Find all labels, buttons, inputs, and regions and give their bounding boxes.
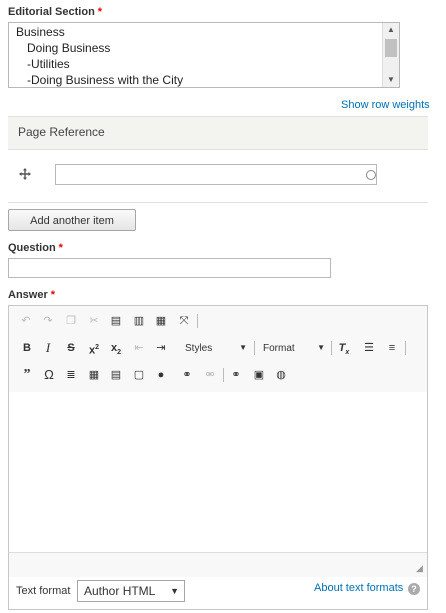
select-option[interactable]: -Doing Business with the City: [27, 73, 183, 87]
styles-dropdown-label: Styles: [185, 343, 213, 354]
remove-format-icon[interactable]: Tx: [335, 339, 353, 357]
toolbar-separator: [331, 341, 332, 355]
styles-dropdown[interactable]: Styles ▼: [185, 343, 247, 355]
page-reference-header: Page Reference: [8, 116, 428, 150]
toolbar-separator: [254, 341, 255, 355]
show-row-weights-link[interactable]: Show row weights: [341, 99, 430, 111]
scroll-thumb[interactable]: [385, 39, 397, 57]
horizontal-line-icon[interactable]: ≣: [62, 366, 80, 384]
editorial-section-select[interactable]: Business Doing Business -Utilities -Doin…: [8, 22, 400, 88]
format-dropdown[interactable]: Format ▼: [263, 343, 325, 355]
required-marker: *: [97, 6, 103, 18]
question-label: Question *: [8, 242, 63, 254]
anchor-link-icon[interactable]: ⚭: [227, 366, 245, 384]
help-icon[interactable]: ?: [408, 583, 420, 595]
answer-label-text: Answer: [8, 289, 48, 301]
image-icon[interactable]: ▣: [250, 366, 268, 384]
select-option[interactable]: Doing Business: [27, 41, 110, 55]
required-marker: *: [50, 289, 56, 301]
globe-icon[interactable]: ◍: [272, 366, 290, 384]
italic-icon[interactable]: I: [39, 339, 57, 357]
editorial-section-label-text: Editorial Section: [8, 6, 95, 18]
chevron-down-icon: ▼: [170, 586, 179, 596]
editor-content-area[interactable]: [9, 392, 427, 552]
text-format-select[interactable]: Author HTML ▼: [77, 580, 185, 602]
toolbar-separator: [405, 341, 406, 355]
scroll-up-arrow-icon[interactable]: ▲: [383, 24, 399, 36]
add-another-item-button[interactable]: Add another item: [8, 209, 136, 231]
maximize-icon[interactable]: ⤧: [175, 312, 193, 330]
resize-handle-icon[interactable]: ◢: [416, 563, 426, 573]
page-reference-input[interactable]: [55, 164, 377, 185]
text-format-label: Text format: [16, 585, 71, 597]
bulleted-list-icon[interactable]: ☰: [360, 339, 378, 357]
table-icon[interactable]: ▦: [85, 366, 103, 384]
unlink-icon[interactable]: ⚮: [201, 366, 219, 384]
copy-icon[interactable]: ❐: [62, 312, 80, 330]
redo-icon[interactable]: ↷: [39, 312, 57, 330]
page-reference-title: Page Reference: [18, 125, 105, 139]
select-option[interactable]: Business: [16, 25, 65, 39]
special-character-icon[interactable]: Ω: [40, 366, 58, 384]
toolbar-separator: [223, 368, 224, 382]
strikethrough-icon[interactable]: S: [62, 339, 80, 357]
format-dropdown-label: Format: [263, 343, 295, 354]
editor-status-bar: [9, 552, 427, 577]
template-icon[interactable]: ▢: [130, 366, 148, 384]
select-scrollbar[interactable]: ▲ ▼: [382, 23, 399, 87]
indent-icon[interactable]: ⇥: [152, 339, 170, 357]
about-text-formats-link[interactable]: About text formats: [314, 582, 403, 594]
undo-icon[interactable]: ↶: [17, 312, 35, 330]
question-input[interactable]: [8, 258, 331, 278]
chevron-down-icon: ▼: [317, 343, 325, 352]
autocomplete-throbber-icon: [366, 170, 376, 180]
bold-icon[interactable]: B: [18, 339, 36, 357]
superscript-icon[interactable]: x2: [85, 339, 103, 357]
paste-text-icon[interactable]: ▥: [130, 312, 148, 330]
required-marker: *: [58, 242, 63, 254]
chevron-down-icon: ▼: [239, 343, 247, 352]
paste-word-icon[interactable]: ▦: [152, 312, 170, 330]
accessibility-icon[interactable]: ●: [152, 366, 170, 384]
toolbar-separator: [197, 314, 198, 328]
cut-icon[interactable]: ✂: [85, 312, 103, 330]
outdent-icon[interactable]: ⇤: [130, 339, 148, 357]
show-blocks-icon[interactable]: ▤: [107, 366, 125, 384]
text-format-value: Author HTML: [84, 584, 156, 598]
question-label-text: Question: [8, 242, 56, 254]
paste-icon[interactable]: ▤: [107, 312, 125, 330]
answer-label: Answer *: [8, 289, 55, 301]
subscript-icon[interactable]: x2: [107, 339, 125, 357]
numbered-list-icon[interactable]: ≡: [383, 339, 401, 357]
editor-toolbar: ↶ ↷ ❐ ✂ ▤ ▥ ▦ ⤧ B I S x2 x2 ⇤ ⇥ Styles ▼ …: [9, 306, 427, 393]
scroll-down-arrow-icon[interactable]: ▼: [383, 74, 399, 86]
drag-handle-icon[interactable]: [18, 167, 32, 181]
editorial-section-label: Editorial Section *: [8, 6, 102, 18]
blockquote-icon[interactable]: ”: [18, 366, 36, 384]
link-icon[interactable]: ⚭: [178, 366, 196, 384]
select-option[interactable]: -Utilities: [27, 57, 70, 71]
